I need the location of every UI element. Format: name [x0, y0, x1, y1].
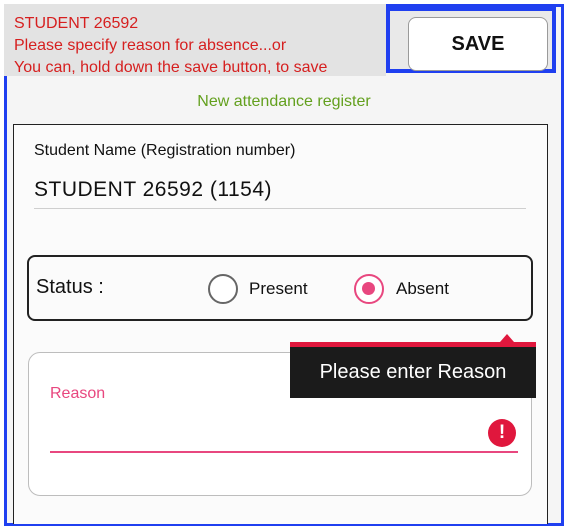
absent-radio[interactable] — [354, 274, 384, 304]
header-hint-line: You can, hold down the save button, to s… — [14, 59, 328, 76]
header-reason-line: Please specify reason for absence...or — [14, 37, 287, 54]
absent-radio-label[interactable]: Absent — [396, 279, 449, 299]
tooltip-arrow — [500, 334, 514, 342]
student-name-value: STUDENT 26592 (1154) — [34, 178, 272, 201]
student-name-label: Student Name (Registration number) — [34, 142, 296, 159]
reason-input[interactable] — [50, 451, 518, 453]
error-tooltip: Please enter Reason — [290, 347, 536, 398]
notification-header: STUDENT 26592 Please specify reason for … — [4, 4, 386, 76]
present-radio-label[interactable]: Present — [249, 279, 308, 299]
present-radio[interactable] — [208, 274, 238, 304]
save-button[interactable]: SAVE — [408, 17, 548, 71]
absent-radio-dot — [362, 282, 375, 295]
header-student-line: STUDENT 26592 — [14, 15, 139, 32]
status-label: Status : — [36, 276, 104, 298]
error-icon: ! — [488, 419, 516, 447]
reason-label: Reason — [50, 385, 106, 402]
name-divider — [34, 208, 526, 209]
page-subtitle: New attendance register — [197, 93, 371, 110]
